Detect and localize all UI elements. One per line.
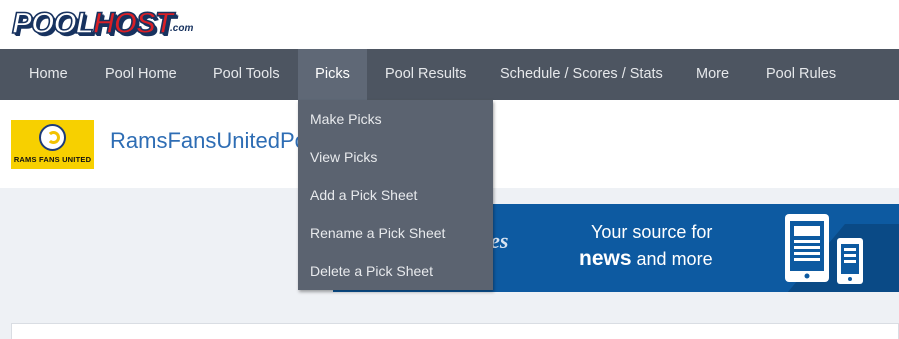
menu-item-view-picks[interactable]: View Picks	[310, 138, 377, 176]
logo-wordmark: POOLHOST	[11, 6, 174, 42]
nav-pool-tools[interactable]: Pool Tools	[213, 49, 280, 100]
ad-tagline-strong: news	[579, 247, 632, 270]
nav-home[interactable]: Home	[29, 49, 68, 100]
ad-tagline-line1: Your source for	[591, 222, 713, 242]
logo-host-text: HOST	[92, 6, 174, 41]
logo-pool-text: POOL	[11, 6, 95, 41]
nav-pool-home[interactable]: Pool Home	[105, 49, 177, 100]
picks-dropdown-menu: Make Picks View Picks Add a Pick Sheet R…	[298, 100, 493, 290]
logo-com-text: .com	[170, 23, 194, 34]
ram-helmet-icon	[39, 124, 66, 151]
page: POOLHOST .com Home Pool Home Pool Tools …	[0, 0, 899, 339]
menu-item-make-picks[interactable]: Make Picks	[310, 100, 382, 138]
nav-schedule-scores-stats[interactable]: Schedule / Scores / Stats	[500, 49, 663, 100]
ad-tagline-rest: and more	[631, 249, 713, 269]
nav-pool-rules[interactable]: Pool Rules	[766, 49, 836, 100]
poolhost-logo[interactable]: POOLHOST .com	[10, 6, 196, 42]
nav-more[interactable]: More	[696, 49, 729, 100]
pool-title[interactable]: RamsFansUnitedPool	[110, 128, 300, 154]
devices-icon	[785, 214, 863, 284]
nav-pool-results[interactable]: Pool Results	[385, 49, 466, 100]
menu-item-delete-pick-sheet[interactable]: Delete a Pick Sheet	[310, 252, 433, 290]
menu-item-rename-pick-sheet[interactable]: Rename a Pick Sheet	[310, 214, 445, 252]
menu-item-add-pick-sheet[interactable]: Add a Pick Sheet	[310, 176, 417, 214]
pool-logo[interactable]: RAMS FANS UNITED	[11, 120, 94, 169]
pool-logo-text: RAMS FANS UNITED	[11, 154, 94, 165]
ad-tagline-line2: news and more	[579, 247, 713, 271]
content-card	[11, 323, 899, 339]
nav-picks[interactable]: Picks	[298, 49, 367, 100]
main-nav: Home Pool Home Pool Tools Picks Pool Res…	[0, 49, 899, 100]
ram-horn-icon	[47, 131, 60, 144]
